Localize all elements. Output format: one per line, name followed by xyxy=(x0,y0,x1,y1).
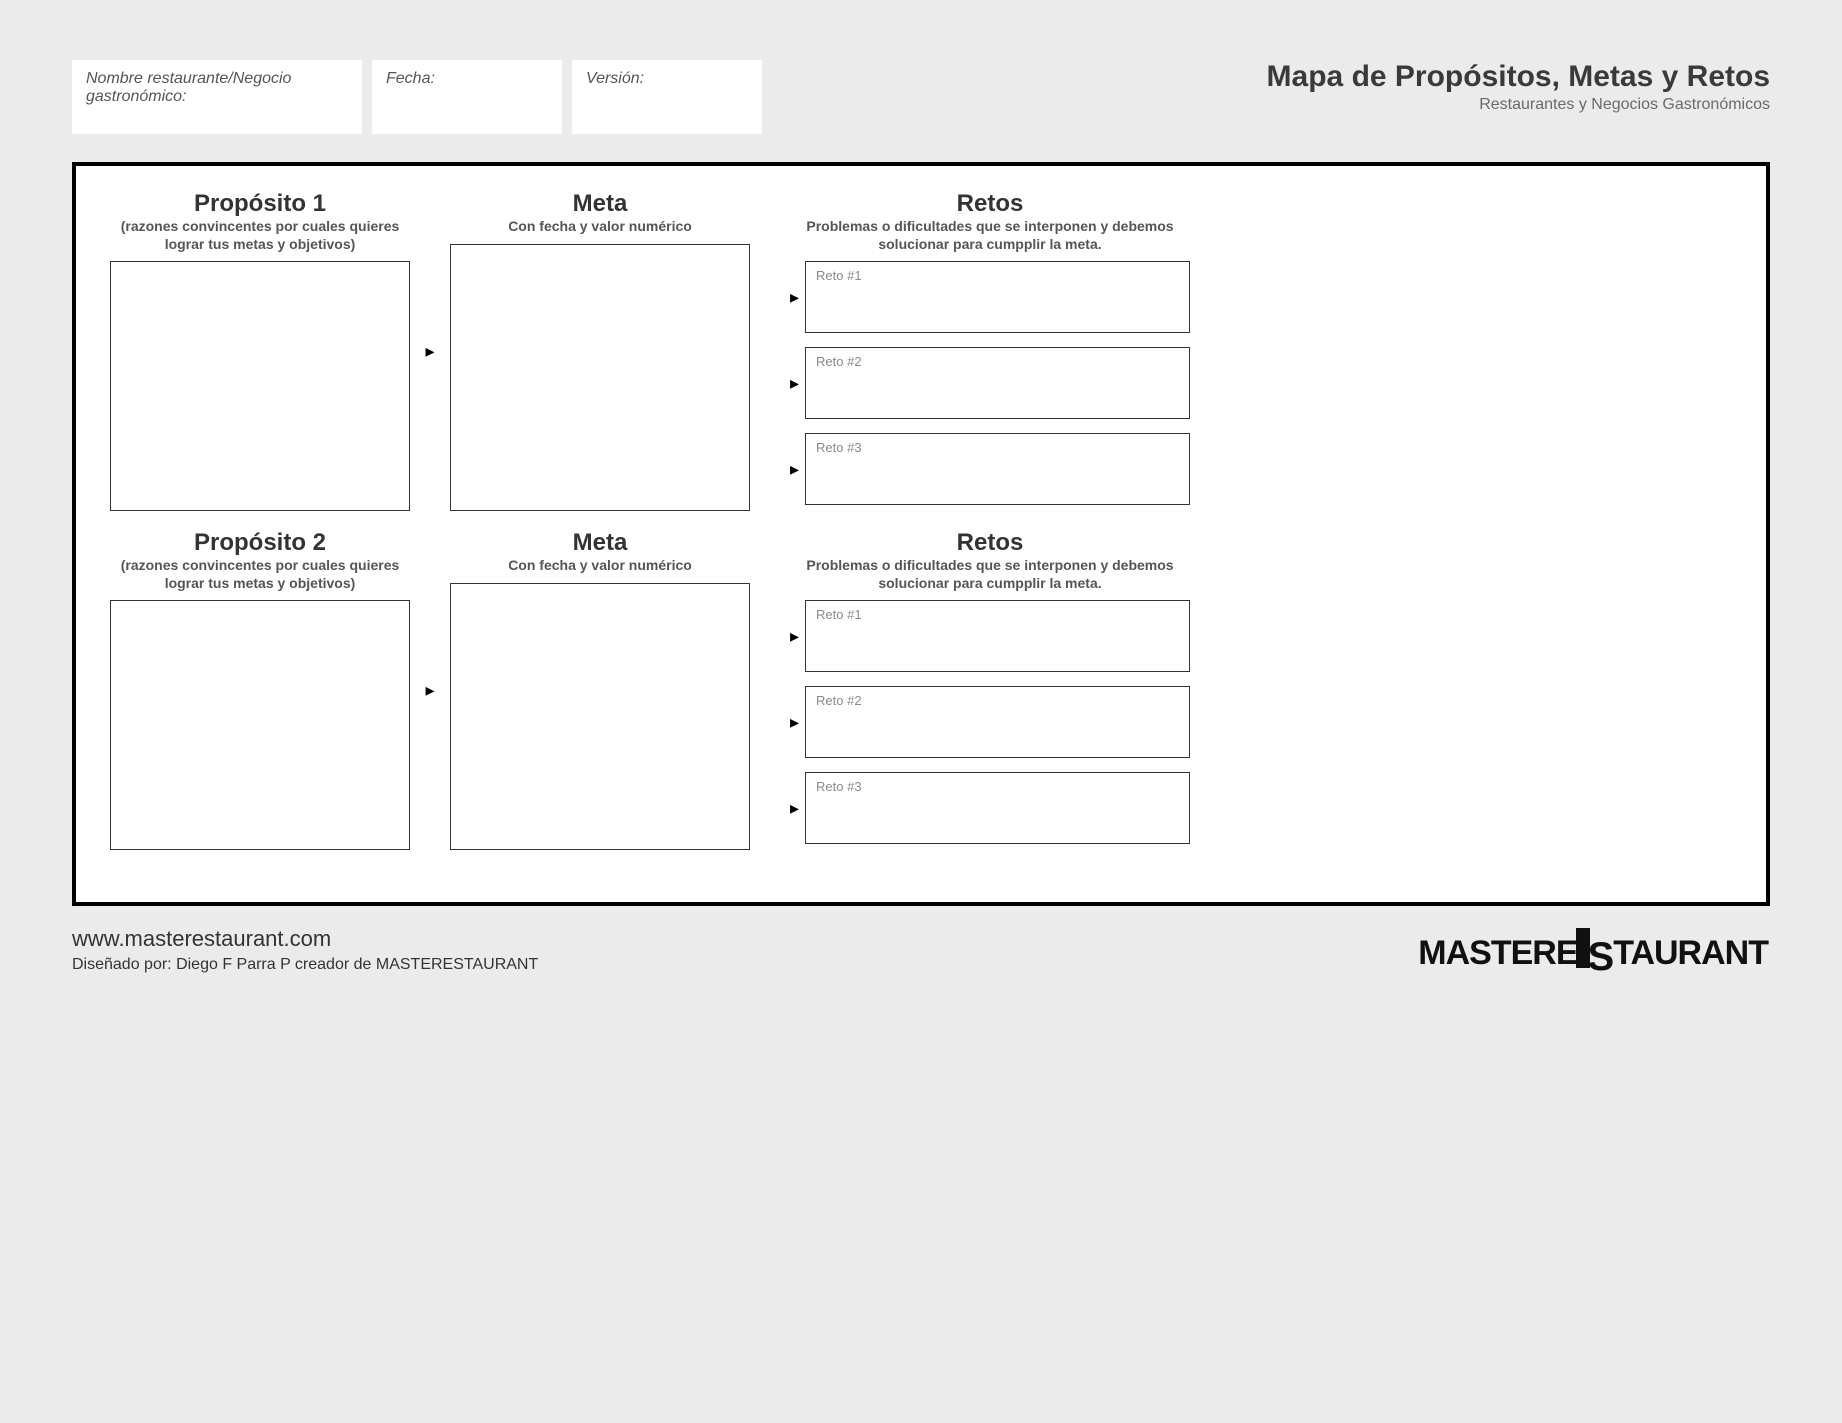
section-2: Propósito 2 (razones convincentes por cu… xyxy=(110,529,1732,850)
arrow-right-icon: ▸ xyxy=(790,460,799,478)
col-head: Retos Problemas o dificultades que se in… xyxy=(790,529,1190,592)
reto-row: ▸ xyxy=(790,772,1190,844)
arrow-col: ▸ xyxy=(410,190,450,511)
arrow-right-icon: ▸ xyxy=(790,799,799,817)
arrow-right-icon: ▸ xyxy=(790,627,799,645)
arrow-spacer xyxy=(750,190,790,511)
col-head: Meta Con fecha y valor numérico xyxy=(450,190,750,236)
meta-2-subtitle: Con fecha y valor numérico xyxy=(450,557,750,575)
footer-site: www.masterestaurant.com xyxy=(72,926,538,952)
arrow-right-icon: ▸ xyxy=(790,374,799,392)
col-proposito-1: Propósito 1 (razones convincentes por cu… xyxy=(110,190,410,511)
reto-row: ▸ xyxy=(790,433,1190,505)
col-retos-2: Retos Problemas o dificultades que se in… xyxy=(790,529,1190,850)
reto-2-3-input[interactable] xyxy=(805,772,1190,844)
col-meta-1: Meta Con fecha y valor numérico xyxy=(450,190,750,511)
retos-1-subtitle: Problemas o dificultades que se interpon… xyxy=(790,218,1190,253)
logo-text-pre: MASTERE xyxy=(1418,934,1577,972)
page-title: Mapa de Propósitos, Metas y Retos xyxy=(1267,60,1770,94)
retos-2-subtitle: Problemas o dificultades que se interpon… xyxy=(790,557,1190,592)
reto-2-2-input[interactable] xyxy=(805,686,1190,758)
arrow-right-icon: ▸ xyxy=(425,342,434,360)
brand-logo: MASTERESTAURANT xyxy=(1418,928,1770,974)
page-subtitle: Restaurantes y Negocios Gastronómicos xyxy=(1267,96,1770,114)
proposito-2-title: Propósito 2 xyxy=(110,529,410,557)
logo-text-s: S xyxy=(1588,935,1614,979)
footer: www.masterestaurant.com Diseñado por: Di… xyxy=(72,926,1770,974)
reto-row: ▸ xyxy=(790,347,1190,419)
reto-1-2-input[interactable] xyxy=(805,347,1190,419)
col-head: Retos Problemas o dificultades que se in… xyxy=(790,190,1190,253)
logo-text-post: TAURANT xyxy=(1613,934,1768,972)
arrow-spacer xyxy=(750,529,790,850)
meta-1-subtitle: Con fecha y valor numérico xyxy=(450,218,750,236)
reto-2-1-input[interactable] xyxy=(805,600,1190,672)
proposito-2-input[interactable] xyxy=(110,600,410,850)
meta-2-title: Meta xyxy=(450,529,750,557)
meta-2-input[interactable] xyxy=(450,583,750,851)
proposito-1-subtitle: (razones convincentes por cuales quieres… xyxy=(110,218,410,253)
retos-1-list: ▸ ▸ ▸ xyxy=(790,261,1190,511)
col-proposito-2: Propósito 2 (razones convincentes por cu… xyxy=(110,529,410,850)
proposito-2-subtitle: (razones convincentes por cuales quieres… xyxy=(110,557,410,592)
reto-1-3-input[interactable] xyxy=(805,433,1190,505)
retos-2-list: ▸ ▸ ▸ xyxy=(790,600,1190,850)
footer-credit: Diseñado por: Diego F Parra P creador de… xyxy=(72,956,538,974)
col-head: Propósito 1 (razones convincentes por cu… xyxy=(110,190,410,253)
canvas: Propósito 1 (razones convincentes por cu… xyxy=(72,162,1770,906)
field-restaurant-name[interactable]: Nombre restaurante/Negocio gastronómico: xyxy=(72,60,362,134)
arrow-right-icon: ▸ xyxy=(425,681,434,699)
col-head: Meta Con fecha y valor numérico xyxy=(450,529,750,575)
header-row: Nombre restaurante/Negocio gastronómico:… xyxy=(72,60,1770,134)
title-block: Mapa de Propósitos, Metas y Retos Restau… xyxy=(1267,60,1770,114)
meta-fields: Nombre restaurante/Negocio gastronómico:… xyxy=(72,60,762,134)
col-retos-1: Retos Problemas o dificultades que se in… xyxy=(790,190,1190,511)
arrow-right-icon: ▸ xyxy=(790,713,799,731)
meta-1-input[interactable] xyxy=(450,244,750,512)
col-meta-2: Meta Con fecha y valor numérico xyxy=(450,529,750,850)
col-head: Propósito 2 (razones convincentes por cu… xyxy=(110,529,410,592)
arrow-right-icon: ▸ xyxy=(790,288,799,306)
arrow-col: ▸ xyxy=(410,529,450,850)
footer-left: www.masterestaurant.com Diseñado por: Di… xyxy=(72,926,538,974)
reto-row: ▸ xyxy=(790,686,1190,758)
retos-2-title: Retos xyxy=(790,529,1190,557)
reto-1-1-input[interactable] xyxy=(805,261,1190,333)
field-version[interactable]: Versión: xyxy=(572,60,762,134)
retos-1-title: Retos xyxy=(790,190,1190,218)
reto-row: ▸ xyxy=(790,600,1190,672)
section-1: Propósito 1 (razones convincentes por cu… xyxy=(110,190,1732,511)
proposito-1-title: Propósito 1 xyxy=(110,190,410,218)
field-date[interactable]: Fecha: xyxy=(372,60,562,134)
meta-1-title: Meta xyxy=(450,190,750,218)
reto-row: ▸ xyxy=(790,261,1190,333)
proposito-1-input[interactable] xyxy=(110,261,410,511)
